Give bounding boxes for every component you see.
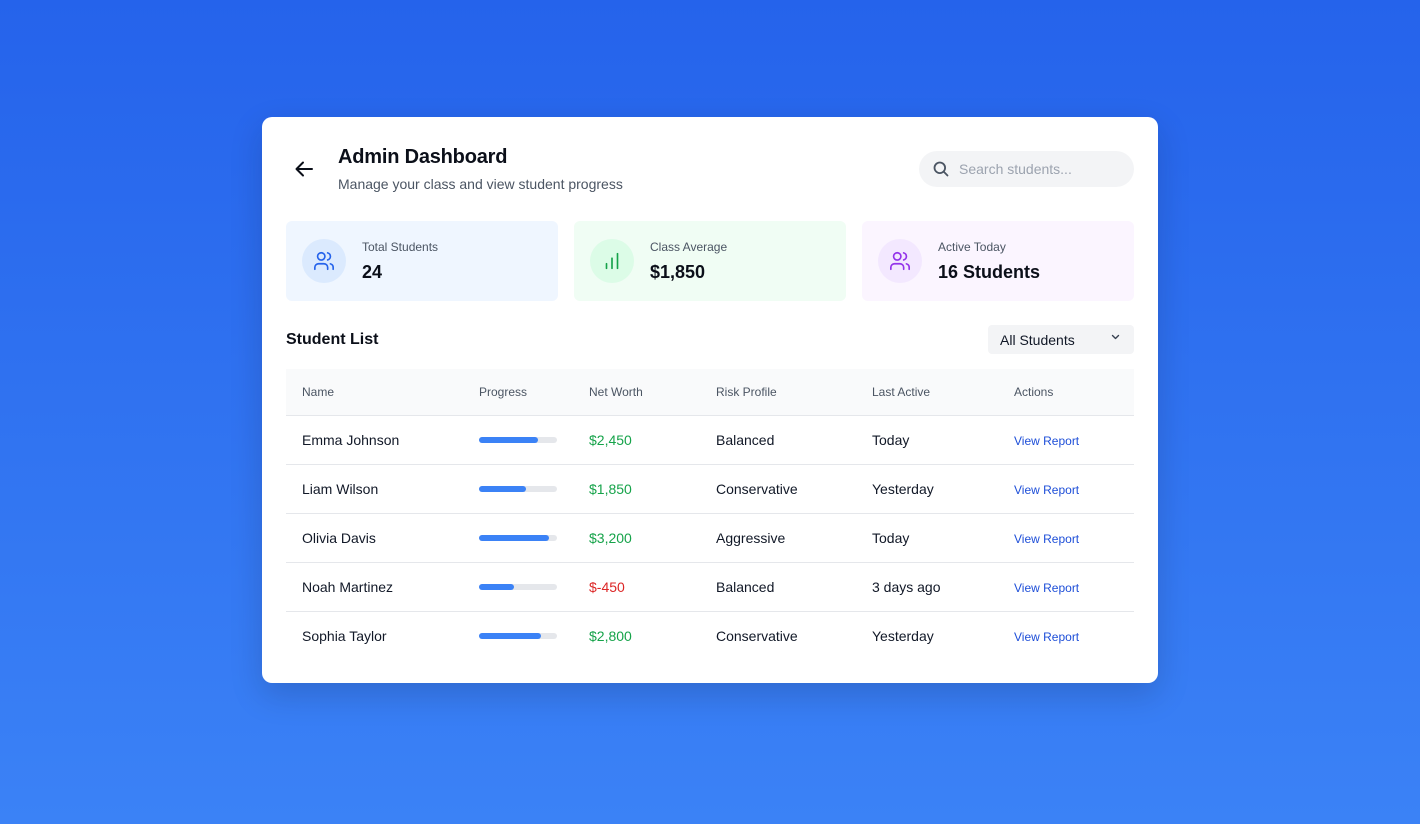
filter-selected-value: All Students [1000, 331, 1075, 348]
table-row: Sophia Taylor $2,800 Conservative Yester… [286, 611, 1134, 660]
column-header-name: Name [302, 384, 335, 399]
net-worth: $3,200 [589, 529, 632, 546]
stat-icon-circle [302, 239, 346, 283]
stat-card-active-today: Active Today 16 Students [862, 221, 1134, 301]
actions-cell: View Report [998, 562, 1134, 611]
last-active: Today [872, 529, 910, 546]
progress-bar-fill [479, 436, 538, 443]
last-active: 3 days ago [872, 578, 941, 595]
column-header-risk-profile: Risk Profile [716, 384, 777, 399]
table-row: Olivia Davis $3,200 Aggressive Today Vie… [286, 513, 1134, 562]
table-row: Emma Johnson $2,450 Balanced Today View … [286, 415, 1134, 464]
table-row: Noah Martinez $-450 Balanced 3 days ago … [286, 562, 1134, 611]
actions-cell: View Report [998, 415, 1134, 464]
student-name: Noah Martinez [302, 578, 394, 595]
student-table: Name Progress Net Worth Risk Profile Las… [286, 369, 1134, 660]
view-report-link[interactable]: View Report [1014, 581, 1079, 595]
stat-label: Active Today [938, 240, 1006, 254]
progress-bar-fill [479, 485, 526, 492]
table-header-row: Name Progress Net Worth Risk Profile Las… [286, 369, 1134, 415]
column-header-net-worth: Net Worth [589, 384, 643, 399]
progress-cell [463, 464, 573, 513]
users-icon [314, 251, 334, 271]
progress-bar-fill [479, 534, 550, 541]
risk-profile: Aggressive [716, 529, 786, 546]
progress-bar [479, 534, 557, 541]
stat-icon-circle [878, 239, 922, 283]
student-name: Olivia Davis [302, 529, 376, 546]
student-name: Emma Johnson [302, 431, 400, 448]
bar-chart-icon [605, 252, 619, 270]
back-button[interactable] [290, 157, 318, 181]
progress-cell [463, 513, 573, 562]
stat-card-total-students: Total Students 24 [286, 221, 558, 301]
stat-card-class-average: Class Average $1,850 [574, 221, 846, 301]
view-report-link[interactable]: View Report [1014, 483, 1079, 497]
actions-cell: View Report [998, 464, 1134, 513]
student-list-title: Student List [286, 331, 379, 348]
progress-cell [463, 415, 573, 464]
actions-cell: View Report [998, 513, 1134, 562]
dashboard-card: Admin Dashboard Manage your class and vi… [262, 117, 1158, 683]
last-active: Today [872, 431, 910, 448]
search-input[interactable] [957, 160, 1121, 178]
search-box[interactable] [919, 151, 1134, 187]
risk-profile: Balanced [716, 431, 775, 448]
stat-value: 16 Students [938, 262, 1041, 282]
actions-cell: View Report [998, 611, 1134, 660]
column-header-actions: Actions [1014, 384, 1054, 399]
student-name: Liam Wilson [302, 480, 379, 497]
progress-bar [479, 583, 557, 590]
stat-icon-circle [590, 239, 634, 283]
net-worth: $1,850 [589, 480, 632, 497]
view-report-link[interactable]: View Report [1014, 630, 1079, 644]
stat-label: Class Average [650, 240, 728, 254]
net-worth: $-450 [589, 578, 625, 595]
column-header-progress: Progress [479, 384, 528, 399]
page-title: Admin Dashboard [338, 146, 508, 168]
table-row: Liam Wilson $1,850 Conservative Yesterda… [286, 464, 1134, 513]
progress-bar [479, 485, 557, 492]
stat-value: 24 [362, 262, 383, 282]
chevron-down-icon [1111, 334, 1120, 340]
progress-bar [479, 436, 557, 443]
last-active: Yesterday [872, 627, 934, 644]
progress-cell [463, 611, 573, 660]
student-name: Sophia Taylor [302, 627, 387, 644]
stat-label: Total Students [362, 240, 439, 254]
column-header-last-active: Last Active [872, 384, 931, 399]
risk-profile: Conservative [716, 627, 798, 644]
risk-profile: Balanced [716, 578, 775, 595]
net-worth: $2,800 [589, 627, 632, 644]
net-worth: $2,450 [589, 431, 632, 448]
risk-profile: Conservative [716, 480, 798, 497]
student-filter-select[interactable]: All Students [988, 325, 1134, 354]
arrow-left-icon [295, 161, 313, 177]
progress-bar-fill [479, 583, 515, 590]
last-active: Yesterday [872, 480, 934, 497]
view-report-link[interactable]: View Report [1014, 532, 1079, 546]
progress-bar-fill [479, 632, 542, 639]
progress-bar [479, 632, 557, 639]
progress-cell [463, 562, 573, 611]
page-subtitle: Manage your class and view student progr… [338, 176, 623, 192]
view-report-link[interactable]: View Report [1014, 434, 1079, 448]
search-icon [933, 161, 949, 177]
stat-value: $1,850 [650, 262, 706, 282]
users-icon [890, 251, 910, 271]
